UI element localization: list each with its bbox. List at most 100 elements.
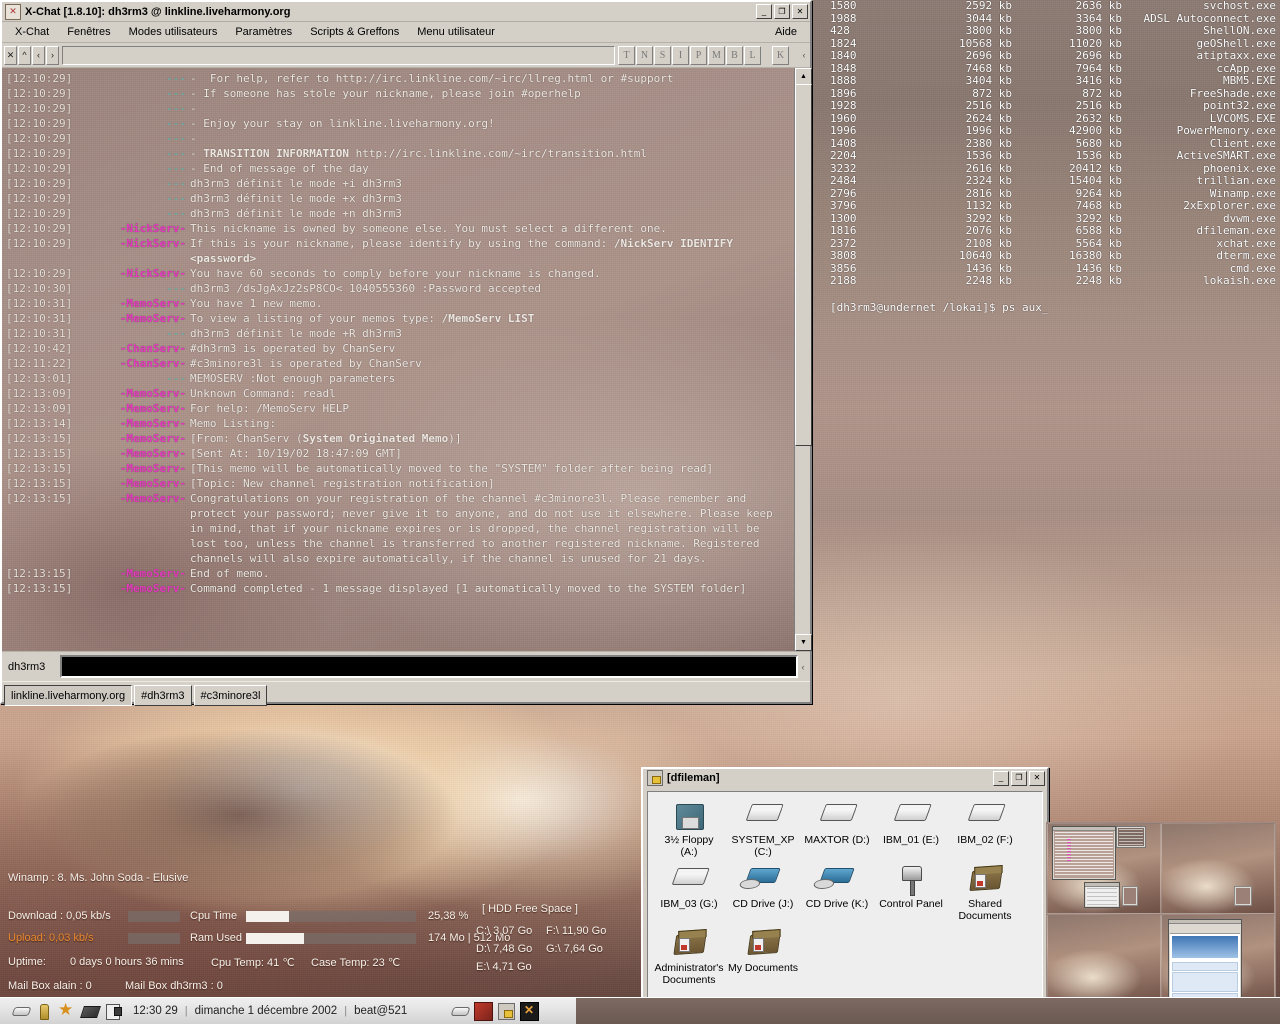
taskbar-system-tray[interactable] <box>450 1001 539 1021</box>
file-item[interactable]: Control Panel <box>874 862 948 922</box>
menu-item-param-tres[interactable]: Paramètres <box>226 24 301 40</box>
file-item[interactable]: Administrator's Documents <box>652 926 726 986</box>
mode-button-n[interactable]: N <box>636 45 653 65</box>
toolbar-mini-button-3[interactable]: › <box>46 45 59 65</box>
chat-scroll-area[interactable]: [12:10:29] --- - For help, refer to http:/… <box>2 68 794 651</box>
channel-tab-linkline-liveharmony-org[interactable]: linkline.liveharmony.org <box>4 685 133 706</box>
input-grip-icon[interactable]: ‹ <box>798 662 808 672</box>
file-item[interactable]: IBM_01 (E:) <box>874 798 948 858</box>
mode-button-b[interactable]: B <box>726 45 743 65</box>
menu-item-menu-utilisateur[interactable]: Menu utilisateur <box>408 24 504 40</box>
mode-button-m[interactable]: M <box>708 45 725 65</box>
xchat-channel-tabs[interactable]: linkline.liveharmony.org #dh3rm3 #c3minore… <box>2 681 810 706</box>
chat-timestamp: [12:10:31] <box>6 312 73 325</box>
file-item[interactable]: CD Drive (J:) <box>726 862 800 922</box>
hdd-d: D:\ 7,48 Go <box>476 943 533 955</box>
xchat-window[interactable]: ✕ X-Chat [1.8.10]: dh3rm3 @ linkline.liv… <box>0 0 812 706</box>
menu-item-aide[interactable]: Aide <box>766 24 806 40</box>
dfileman-window[interactable]: [dfileman] _ ❐ ✕ 3½ Floppy (A:) SYSTEM_XP… <box>641 767 1049 1021</box>
chat-line: [12:13:15] -MemoServ- [This memo will be a… <box>2 461 794 476</box>
xchat-titlebar[interactable]: ✕ X-Chat [1.8.10]: dh3rm3 @ linkline.liv… <box>2 2 810 22</box>
terminal-process-list[interactable]: 1580 2592 kb 2636 kb svchost.exe 1988 3044 kb… <box>824 0 1280 313</box>
mode-button-s[interactable]: S <box>654 45 671 65</box>
plug-icon[interactable] <box>103 1001 123 1021</box>
star-icon[interactable]: ★ <box>57 1000 77 1021</box>
virtual-desktop-pager[interactable] <box>1046 822 1276 1006</box>
dfileman-titlebar[interactable]: [dfileman] _ ❐ ✕ <box>643 769 1047 787</box>
taskbar-clock[interactable]: 12:30 29 <box>133 1005 178 1017</box>
lock-icon[interactable] <box>496 1001 515 1020</box>
dfm-maximize-button[interactable]: ❐ <box>1011 770 1027 786</box>
chat-text: - <box>190 102 197 115</box>
dfm-close-button[interactable]: ✕ <box>1029 770 1045 786</box>
scrollbar-track[interactable] <box>795 444 810 635</box>
menu-item-fen-tres[interactable]: Fenêtres <box>58 24 119 40</box>
file-item-label: 3½ Floppy (A:) <box>664 834 714 858</box>
maximize-button[interactable]: ❐ <box>774 4 790 19</box>
dfileman-window-controls[interactable]: _ ❐ ✕ <box>993 770 1045 786</box>
mode-button-t[interactable]: T <box>618 45 635 65</box>
dragon-icon[interactable] <box>473 1001 493 1021</box>
chat-line: [12:13:15] -MemoServ- [From: ChanServ (Sys… <box>2 431 794 446</box>
mode-key-button[interactable]: K <box>772 45 789 65</box>
channel-tab-c3minore3l[interactable]: #c3minore3l <box>193 685 268 706</box>
toolbar-mini-button-2[interactable]: ‹ <box>32 45 45 65</box>
channel-tab-dh3rm3[interactable]: #dh3rm3 <box>134 685 192 706</box>
scroll-up-arrow-icon[interactable]: ▲ <box>795 68 812 85</box>
current-nick-label: dh3rm3 <box>8 660 46 673</box>
menu-item-scripts-greffons[interactable]: Scripts & Greffons <box>301 24 408 40</box>
xchat-input-row[interactable]: dh3rm3 ‹ <box>2 651 810 681</box>
pager-desktop-2[interactable] <box>1161 823 1275 914</box>
file-item[interactable]: IBM_02 (F:) <box>948 798 1022 858</box>
chat-vertical-scrollbar[interactable]: ▲ ▼ <box>794 68 812 651</box>
taskbar[interactable]: ★ 12:30 29 | dimanche 1 décembre 2002 | … <box>0 997 1280 1024</box>
process-mem-current: 2592 kb <box>965 0 1012 12</box>
toolbar-mini-button-1[interactable]: ^ <box>18 45 31 65</box>
mode-button-i[interactable]: I <box>672 45 689 65</box>
hard-drive-icon <box>965 798 1005 832</box>
chat-nick: --- <box>166 192 186 205</box>
pager-desktop-4[interactable] <box>1161 914 1275 1005</box>
pager-desktop-3[interactable] <box>1047 914 1161 1005</box>
scrollbar-thumb[interactable] <box>795 84 812 446</box>
file-item-label: My Documents <box>727 962 799 974</box>
chat-line: [12:10:29] --- dh3rm3 définit le mode +n d… <box>2 206 794 221</box>
file-item[interactable]: SYSTEM_XP (C:) <box>726 798 800 858</box>
topic-input[interactable] <box>62 45 615 65</box>
xchat-icon[interactable] <box>519 1001 539 1021</box>
mode-button-p[interactable]: P <box>690 45 707 65</box>
disc-icon[interactable] <box>11 1001 32 1021</box>
menu-item-modes-utilisateurs[interactable]: Modes utilisateurs <box>120 24 227 40</box>
xchat-toolbar[interactable]: ✕ ^ ‹ › TNSIPMBL K ‹ <box>2 43 810 68</box>
process-row: 3808 10640 kb 16380 kb dterm.exe <box>824 249 1280 263</box>
taskbar-launchers: ★ <box>8 1000 123 1021</box>
process-mem-peak: 2636 kb <box>1075 0 1122 12</box>
menu-item-x-chat[interactable]: X-Chat <box>6 24 58 40</box>
close-button[interactable]: ✕ <box>792 4 808 19</box>
file-item[interactable]: Shared Documents <box>948 862 1022 922</box>
xchat-window-controls[interactable]: _ ❐ ✕ <box>756 4 808 19</box>
process-row: 1848 7468 kb 7964 kb ccApp.exe <box>824 62 1280 76</box>
pager-thumb-xchat <box>1052 826 1116 880</box>
file-item[interactable]: MAXTOR (D:) <box>800 798 874 858</box>
toolbar-mini-button-0[interactable]: ✕ <box>4 45 17 65</box>
person-icon[interactable] <box>34 1001 54 1021</box>
xchat-menubar[interactable]: X-Chat Fenêtres Modes utilisateurs Paramètr… <box>2 22 810 43</box>
chat-text: This nickname is owned by someone else. … <box>190 222 667 235</box>
file-item[interactable]: My Documents <box>726 926 800 986</box>
pager-desktop-1[interactable] <box>1047 823 1161 914</box>
toolbar-grip[interactable]: ‹ <box>800 50 808 60</box>
scroll-down-arrow-icon[interactable]: ▼ <box>795 634 812 651</box>
chat-timestamp: [12:10:31] <box>6 327 73 340</box>
disc-icon[interactable] <box>450 1001 471 1020</box>
book-icon[interactable] <box>80 1001 101 1021</box>
dfileman-icon-grid[interactable]: 3½ Floppy (A:) SYSTEM_XP (C:) MAXTOR (D:) I… <box>647 791 1043 1015</box>
file-item[interactable]: CD Drive (K:) <box>800 862 874 922</box>
minimize-button[interactable]: _ <box>756 4 772 19</box>
file-item[interactable]: IBM_03 (G:) <box>652 862 726 922</box>
chat-timestamp: [12:10:29] <box>6 237 73 250</box>
mode-button-l[interactable]: L <box>744 45 761 65</box>
chat-message-input[interactable] <box>60 655 798 678</box>
dfm-minimize-button[interactable]: _ <box>993 770 1009 786</box>
file-item[interactable]: 3½ Floppy (A:) <box>652 798 726 858</box>
